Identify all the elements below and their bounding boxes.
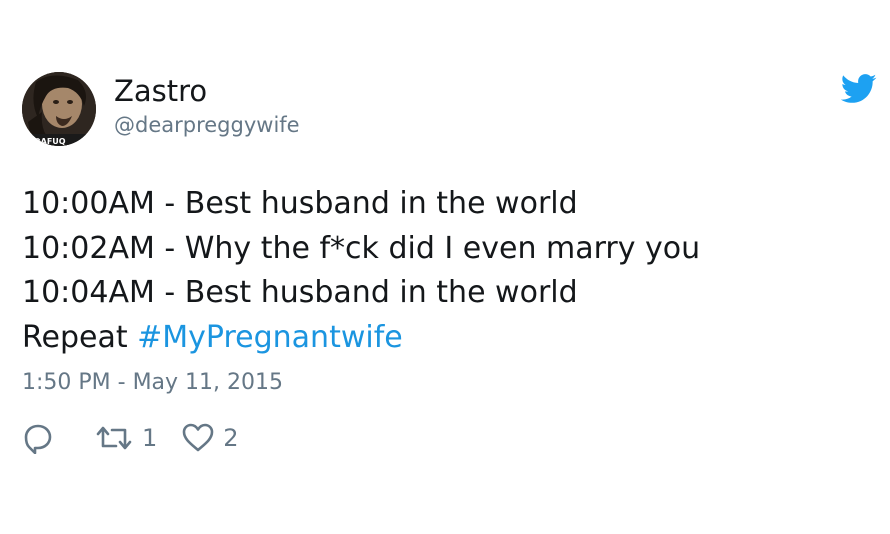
tweet-timestamp[interactable]: 1:50 PM - May 11, 2015	[22, 368, 283, 398]
twitter-bird-icon[interactable]	[840, 74, 877, 104]
user-handle[interactable]: @dearpreggywife	[114, 111, 300, 139]
tweet-line-last: Repeat #MyPregnantwife	[22, 316, 700, 361]
avatar[interactable]: DAFUQ	[22, 72, 96, 146]
hashtag-link[interactable]: #MyPregnantwife	[137, 320, 403, 355]
repeat-text: Repeat	[22, 319, 138, 355]
retweet-icon	[96, 426, 132, 450]
heart-icon	[182, 423, 214, 452]
tweet-line: 10:04AM - Best husband in the world	[22, 275, 578, 310]
retweet-count: 1	[142, 424, 158, 452]
reply-icon	[24, 424, 52, 454]
tweet-text: 10:00AM - Best husband in the world 10:0…	[22, 182, 700, 360]
tweet-actions: 1 2	[22, 420, 239, 456]
like-button[interactable]: 2	[181, 422, 239, 454]
like-count: 2	[223, 424, 239, 452]
retweet-button[interactable]: 1	[94, 422, 157, 454]
tweet-card: DAFUQ Zastro @dearpreggywife 10:00AM - B…	[0, 0, 890, 534]
avatar-image: DAFUQ	[22, 72, 96, 146]
tweet-line: 10:00AM - Best husband in the world	[22, 186, 578, 221]
reply-button[interactable]	[22, 422, 54, 454]
display-name[interactable]: Zastro	[114, 72, 207, 110]
avatar-caption: DAFUQ	[34, 137, 66, 146]
tweet-line: 10:02AM - Why the f*ck did I even marry …	[22, 230, 701, 266]
